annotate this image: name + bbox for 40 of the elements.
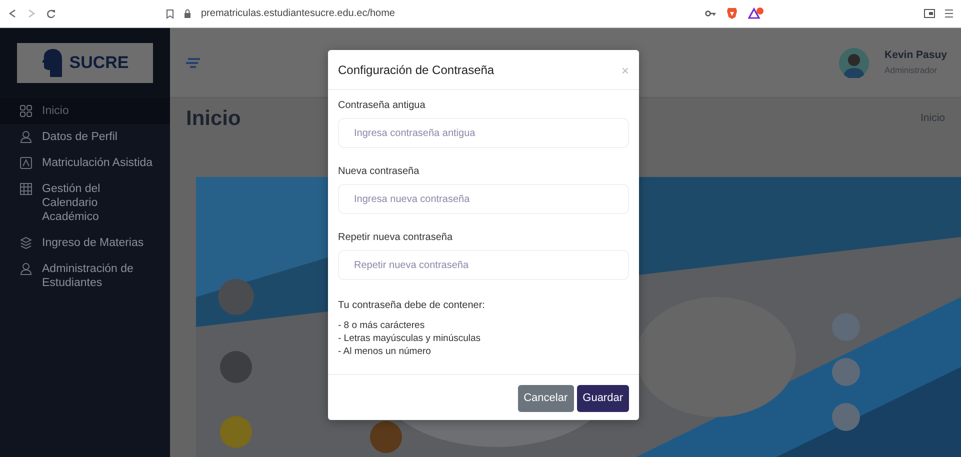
reload-icon[interactable] [46, 8, 56, 18]
user-name[interactable]: Kevin Pasuy [884, 48, 947, 64]
page-title: Inicio [186, 106, 241, 132]
shield-icon[interactable] [726, 7, 738, 20]
logo: SUCRE [17, 43, 153, 83]
field-label: Contraseña antigua [338, 99, 426, 113]
password-field[interactable]: Ingresa nueva contraseña [338, 184, 629, 214]
menu-icon[interactable] [945, 9, 953, 18]
address-bar-url[interactable]: prematriculas.estudiantesucre.edu.ec/home [201, 6, 395, 21]
bookmark-icon[interactable] [166, 8, 174, 18]
sidebar-item[interactable]: Inicio [0, 98, 170, 124]
lock-icon [184, 9, 191, 18]
sidebar-item[interactable]: Matriculación Asistida [0, 150, 170, 176]
password-field[interactable]: Repetir nueva contraseña [338, 250, 629, 280]
requirement-item: - 8 o más carácteres [338, 319, 426, 332]
grid-icon [20, 105, 32, 117]
password-field[interactable]: Ingresa contraseña antigua [338, 118, 629, 148]
menu-toggle-icon[interactable] [186, 58, 200, 68]
field-label: Repetir nueva contraseña [338, 231, 454, 245]
sidebar-item[interactable]: Gestión del Calendario Académico [0, 176, 170, 230]
user-icon [20, 131, 32, 143]
sidebar-item[interactable]: Administración de Estudiantes [0, 256, 170, 296]
triangle-icon[interactable] [748, 7, 764, 20]
dialog-title: Configuración de Contraseña [338, 62, 494, 79]
user-icon [20, 263, 32, 275]
save-button[interactable]: Guardar [576, 385, 629, 412]
cancel-button[interactable]: Cancelar [518, 385, 574, 412]
sidebar-item[interactable]: Ingreso de Materias [0, 230, 170, 256]
key-icon[interactable] [705, 10, 716, 17]
sidebar-toggle-icon[interactable] [924, 9, 935, 18]
requirements-heading: Tu contraseña debe de contener: [338, 299, 486, 313]
back-icon[interactable] [8, 9, 17, 18]
field-label: Nueva contraseña [338, 165, 420, 179]
avatar[interactable] [838, 48, 869, 78]
calendar-icon [20, 183, 32, 195]
requirement-item: - Letras mayúsculas y minúsculas [338, 332, 482, 345]
document-icon [20, 157, 32, 169]
sidebar-item[interactable]: Datos de Perfil [0, 124, 170, 150]
requirement-item: - Al menos un número [338, 345, 432, 358]
layers-icon [20, 237, 32, 249]
